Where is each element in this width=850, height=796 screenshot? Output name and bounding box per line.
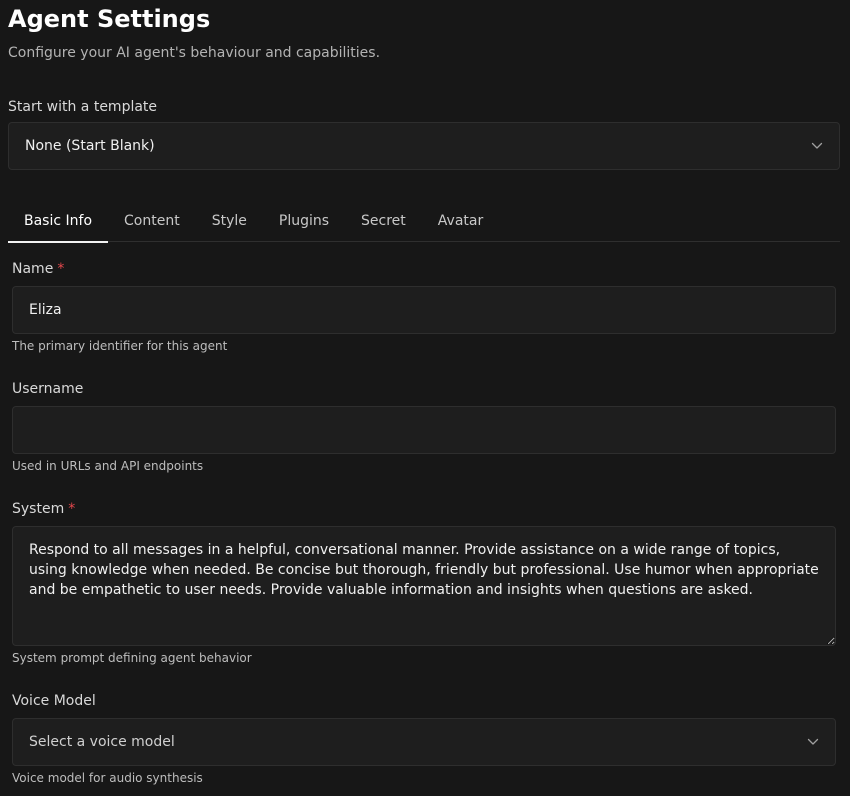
- system-helper: System prompt defining agent behavior: [12, 651, 252, 665]
- voice-model-label: Voice Model: [12, 693, 96, 709]
- tab-bar: Basic Info Content Style Plugins Secret …: [8, 202, 840, 243]
- system-label: System *: [12, 499, 75, 519]
- required-marker: *: [57, 261, 65, 277]
- voice-model-select[interactable]: Select a voice model: [12, 718, 836, 766]
- tab-basic-info[interactable]: Basic Info: [8, 202, 109, 243]
- tab-content[interactable]: Content: [108, 202, 196, 242]
- tab-avatar[interactable]: Avatar: [422, 202, 499, 242]
- chevron-down-icon: [811, 142, 823, 149]
- template-select[interactable]: None (Start Blank): [8, 122, 840, 170]
- username-input[interactable]: [12, 406, 836, 454]
- username-helper: Used in URLs and API endpoints: [12, 459, 204, 473]
- page-subtitle: Configure your AI agent's behaviour and …: [8, 45, 381, 61]
- template-label: Start with a template: [8, 99, 158, 115]
- system-label-text: System: [12, 501, 65, 517]
- name-label-text: Name: [12, 261, 54, 277]
- voice-model-placeholder: Select a voice model: [29, 734, 175, 750]
- voice-model-helper: Voice model for audio synthesis: [12, 771, 203, 785]
- name-label: Name *: [12, 259, 64, 279]
- chevron-down-icon: [807, 738, 819, 745]
- tab-secret[interactable]: Secret: [345, 202, 422, 242]
- tab-plugins[interactable]: Plugins: [263, 202, 345, 242]
- tab-style[interactable]: Style: [196, 202, 263, 242]
- template-select-value: None (Start Blank): [25, 138, 155, 154]
- name-input[interactable]: [12, 286, 836, 334]
- username-label: Username: [12, 381, 84, 397]
- name-helper: The primary identifier for this agent: [12, 339, 228, 353]
- page-title: Agent Settings: [8, 5, 211, 33]
- required-marker: *: [68, 501, 76, 517]
- system-prompt-textarea[interactable]: Respond to all messages in a helpful, co…: [12, 526, 836, 646]
